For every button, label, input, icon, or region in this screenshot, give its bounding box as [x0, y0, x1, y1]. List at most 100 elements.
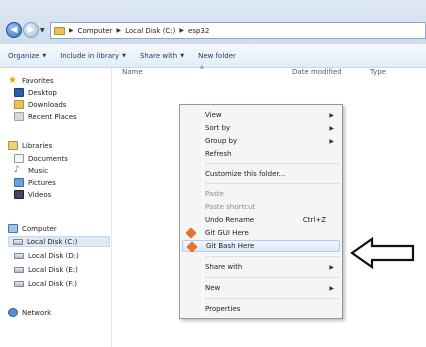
sidebar-item-label: Downloads — [28, 100, 67, 109]
organize-label: Organize — [8, 51, 40, 60]
menu-item-group-by[interactable]: Group by ▶ — [182, 135, 340, 147]
menu-item-new[interactable]: New ▶ — [182, 282, 340, 294]
menu-item-view[interactable]: View ▶ — [182, 109, 340, 121]
menu-separator — [205, 298, 340, 299]
sidebar-item-label: Local Disk (C:) — [27, 237, 78, 246]
libraries-icon — [8, 141, 18, 150]
sidebar-item-local-disk-f[interactable]: Local Disk (F:) — [14, 278, 77, 289]
sidebar-item-local-disk-d[interactable]: Local Disk (D:) — [14, 250, 79, 261]
menu-item-label: Sort by — [205, 124, 231, 132]
submenu-arrow-icon: ▶ — [329, 263, 334, 271]
chevron-right-icon[interactable]: ▶ — [69, 27, 74, 34]
column-header-type[interactable]: Type — [370, 68, 386, 82]
menu-item-label: New — [205, 284, 221, 292]
menu-item-label: Properties — [205, 305, 241, 313]
chevron-right-icon[interactable]: ▶ — [179, 27, 184, 34]
sidebar-item-local-disk-c[interactable]: Local Disk (C:) — [8, 236, 110, 247]
documents-icon — [14, 154, 24, 163]
navigation-pane: ★ Favorites Desktop Downloads Recent Pla… — [0, 68, 112, 347]
menu-item-undo-rename[interactable]: Undo Rename Ctrl+Z — [182, 214, 340, 226]
column-header-date-modified[interactable]: Date modified — [292, 68, 342, 82]
sidebar-item-label: Videos — [28, 190, 52, 199]
breadcrumb-computer[interactable]: Computer — [78, 27, 113, 35]
breadcrumb-esp32[interactable]: esp32 — [188, 27, 209, 35]
desktop-icon — [14, 88, 24, 97]
menu-item-refresh[interactable]: Refresh — [182, 148, 340, 160]
sidebar-item-pictures[interactable]: Pictures — [14, 177, 56, 188]
sidebar-item-label: Computer — [22, 224, 57, 233]
submenu-arrow-icon: ▶ — [329, 284, 334, 292]
menu-item-label: Undo Rename — [205, 216, 255, 224]
new-folder-button[interactable]: New folder — [198, 52, 236, 60]
sort-indicator-icon: ▲ — [200, 64, 204, 70]
menu-item-git-gui-here[interactable]: Git GUI Here — [182, 227, 340, 239]
menu-item-properties[interactable]: Properties — [182, 303, 340, 315]
address-bar[interactable]: ▶ Computer ▶ Local Disk (C:) ▶ esp32 — [50, 22, 426, 39]
column-header-name[interactable]: Name — [122, 68, 143, 82]
context-menu: View ▶ Sort by ▶ Group by ▶ Refresh Cust… — [179, 104, 343, 319]
back-button[interactable]: ◀ — [6, 22, 22, 38]
sidebar-item-network[interactable]: Network — [8, 307, 51, 318]
sidebar-item-favorites[interactable]: ★ Favorites — [8, 75, 54, 86]
sidebar-item-label: Local Disk (D:) — [28, 251, 79, 260]
sidebar-item-computer[interactable]: Computer — [8, 223, 57, 234]
hard-drive-icon — [13, 238, 23, 245]
menu-item-label: View — [205, 111, 222, 119]
menu-item-share-with[interactable]: Share with ▶ — [182, 261, 340, 273]
sidebar-item-local-disk-e[interactable]: Local Disk (E:) — [14, 264, 78, 275]
menu-item-label: Paste — [205, 190, 224, 198]
menu-item-paste-shortcut[interactable]: Paste shortcut — [182, 201, 340, 213]
sidebar-item-documents[interactable]: Documents — [14, 153, 68, 164]
menu-item-label: Git Bash Here — [206, 242, 255, 250]
sidebar-item-downloads[interactable]: Downloads — [14, 99, 66, 110]
hard-drive-icon — [14, 252, 24, 259]
downloads-icon — [14, 100, 24, 109]
sidebar-item-label: Music — [28, 166, 48, 175]
hard-drive-icon — [14, 280, 24, 287]
sidebar-item-music[interactable]: ♪ Music — [14, 165, 48, 176]
menu-separator — [205, 256, 340, 257]
sidebar-item-label: Recent Places — [28, 112, 77, 121]
organize-button[interactable]: Organize ▼ — [8, 52, 46, 60]
menu-item-sort-by[interactable]: Sort by ▶ — [182, 122, 340, 134]
menu-separator — [205, 183, 340, 184]
folder-icon — [54, 26, 65, 35]
sidebar-item-label: Desktop — [28, 88, 57, 97]
menu-item-label: Refresh — [205, 150, 232, 158]
computer-icon — [8, 224, 18, 233]
chevron-down-icon: ▼ — [180, 52, 185, 59]
breadcrumb-local-disk-c[interactable]: Local Disk (C:) — [125, 27, 175, 35]
sidebar-item-desktop[interactable]: Desktop — [14, 87, 57, 98]
sidebar-item-libraries[interactable]: Libraries — [8, 140, 52, 151]
sidebar-item-videos[interactable]: Videos — [14, 189, 51, 200]
videos-icon — [14, 190, 24, 199]
recent-pages-dropdown-icon[interactable]: ▼ — [40, 27, 45, 34]
sidebar-item-label: Network — [22, 308, 52, 317]
chevron-down-icon: ▼ — [42, 52, 47, 59]
chevron-down-icon: ▼ — [122, 52, 126, 59]
submenu-arrow-icon: ▶ — [329, 124, 334, 132]
command-bar: Organize ▼ Include in library ▼ Share wi… — [0, 44, 426, 68]
network-icon — [8, 308, 18, 317]
menu-item-label: Customize this folder... — [205, 170, 286, 178]
sidebar-item-label: Pictures — [28, 178, 56, 187]
menu-separator — [205, 163, 340, 164]
sidebar-item-label: Libraries — [22, 141, 53, 150]
star-icon: ★ — [8, 75, 17, 86]
sidebar-item-recent-places[interactable]: Recent Places — [14, 111, 77, 122]
menu-item-paste[interactable]: Paste — [182, 188, 340, 200]
menu-item-label: Share with — [205, 263, 243, 271]
chevron-right-icon[interactable]: ▶ — [116, 27, 121, 34]
pointer-arrow-icon — [350, 236, 415, 270]
menu-item-label: Paste shortcut — [205, 203, 256, 211]
menu-item-customize-folder[interactable]: Customize this folder... — [182, 168, 340, 180]
menu-item-shortcut: Ctrl+Z — [302, 216, 326, 224]
menu-item-git-bash-here[interactable]: Git Bash Here — [182, 240, 340, 253]
git-icon — [185, 227, 197, 239]
share-with-button[interactable]: Share with ▼ — [140, 52, 184, 60]
git-icon — [186, 241, 198, 253]
new-folder-label: New folder — [198, 51, 236, 60]
menu-item-label: Git GUI Here — [205, 229, 249, 237]
forward-button[interactable]: ▶ — [23, 22, 39, 38]
include-in-library-button[interactable]: Include in library ▼ — [60, 52, 126, 60]
